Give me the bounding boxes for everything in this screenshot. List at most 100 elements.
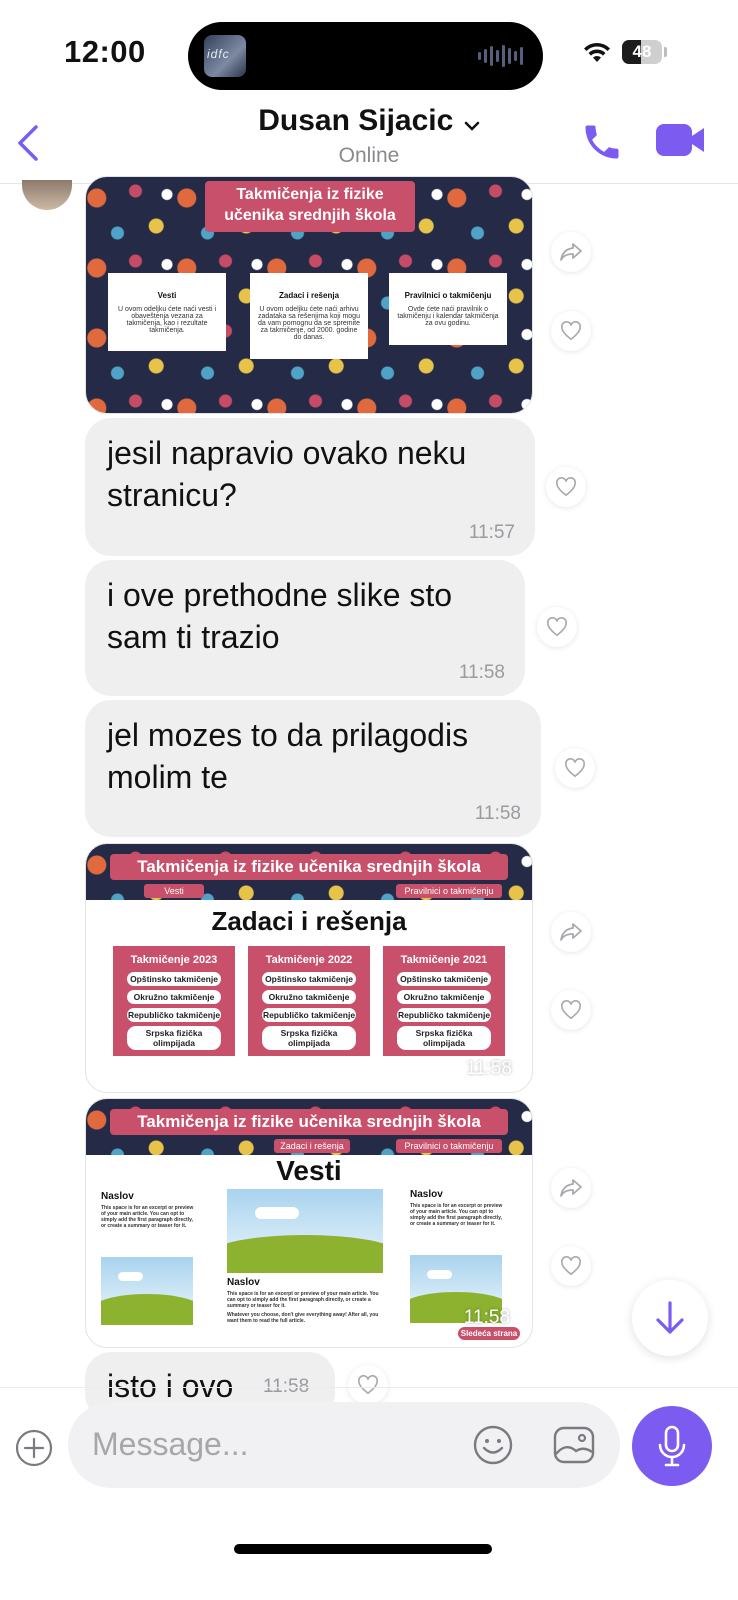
message-bubble[interactable]: i ove prethodne slike sto sam ti trazio … bbox=[85, 560, 525, 696]
battery-icon: 48 bbox=[622, 40, 662, 64]
column-item: Srpska fizička olimpijada bbox=[127, 1026, 221, 1050]
image-message[interactable]: Takmičenja iz fizike učenika srednjih šk… bbox=[85, 1098, 533, 1348]
like-button[interactable] bbox=[537, 607, 577, 647]
gallery-icon[interactable] bbox=[552, 1424, 596, 1466]
message-time: 11:58 bbox=[458, 662, 505, 683]
image-card-title: Zadaci i rešenja bbox=[278, 291, 340, 300]
column-item: Okružno takmičenje bbox=[397, 990, 491, 1004]
column-item: Okružno takmičenje bbox=[262, 990, 356, 1004]
column-item: Srpska fizička olimpijada bbox=[262, 1026, 356, 1050]
share-button[interactable] bbox=[551, 1168, 591, 1208]
image-column: Takmičenje 2021 Opštinsko takmičenje Okr… bbox=[383, 946, 505, 1056]
phone-call-icon[interactable] bbox=[580, 120, 624, 164]
like-button[interactable] bbox=[551, 311, 591, 351]
message-line: i ove prethodne slike sto bbox=[107, 577, 453, 613]
message-text: i ove prethodne slike sto sam ti trazio bbox=[107, 574, 452, 658]
arrow-down-icon bbox=[656, 1301, 684, 1334]
message-time: 11:58 bbox=[465, 1058, 512, 1079]
heart-icon bbox=[547, 617, 567, 637]
chevron-down-icon[interactable] bbox=[464, 120, 480, 132]
artwork-text: idfc bbox=[207, 47, 230, 61]
like-button[interactable] bbox=[348, 1365, 388, 1405]
share-button[interactable] bbox=[551, 232, 591, 272]
image-card-title: Pravilnici o takmičenju bbox=[404, 291, 492, 300]
contact-header[interactable]: Dusan Sijacic bbox=[0, 104, 738, 138]
battery-tip bbox=[664, 47, 667, 57]
message-text: isto i ovo bbox=[107, 1368, 234, 1404]
video-call-icon[interactable] bbox=[656, 122, 706, 158]
image-nav-pill: Vesti bbox=[144, 884, 204, 898]
message-line: jel mozes to da prilagodis bbox=[107, 717, 469, 753]
article-body: This space is for an excerpt or preview … bbox=[227, 1291, 379, 1309]
column-item: Republičko takmičenje bbox=[127, 1008, 221, 1022]
scroll-to-bottom-button[interactable] bbox=[632, 1280, 708, 1356]
heart-icon bbox=[565, 758, 585, 778]
image-card-body: U ovom odeljku ćete naći arhivu zadataka… bbox=[258, 306, 360, 341]
image-message[interactable]: Takmičenja iz fizike učenika srednjih šk… bbox=[85, 176, 533, 414]
article-title: Naslov bbox=[101, 1191, 134, 1202]
voice-message-button[interactable] bbox=[632, 1406, 712, 1486]
heart-icon bbox=[561, 1000, 581, 1020]
image-card-body: Ovde ćete naći pravilnik o takmičenju i … bbox=[397, 306, 499, 327]
microphone-icon bbox=[658, 1425, 686, 1467]
message-bubble[interactable]: jesil napravio ovako neku stranicu? 11:5… bbox=[85, 418, 535, 556]
emoji-icon[interactable] bbox=[472, 1424, 514, 1466]
avatar[interactable] bbox=[22, 180, 72, 210]
message-line: stranicu? bbox=[107, 477, 237, 513]
now-playing-artwork: idfc bbox=[204, 35, 246, 77]
image-heading: Vesti bbox=[276, 1155, 342, 1186]
column-item: Republičko takmičenje bbox=[262, 1008, 356, 1022]
share-button[interactable] bbox=[551, 912, 591, 952]
message-text: jesil napravio ovako neku stranicu? bbox=[107, 432, 466, 516]
article-title: Naslov bbox=[410, 1189, 443, 1200]
message-placeholder: Message... bbox=[92, 1426, 249, 1462]
message-line: molim te bbox=[107, 759, 228, 795]
image-column: Takmičenje 2023 Opštinsko takmičenje Okr… bbox=[113, 946, 235, 1056]
contact-status: Online bbox=[338, 144, 400, 167]
article-center: Naslov This space is for an excerpt or p… bbox=[227, 1277, 387, 1324]
column-item: Republičko takmičenje bbox=[397, 1008, 491, 1022]
column-item: Srpska fizička olimpijada bbox=[397, 1026, 491, 1050]
wifi-icon bbox=[584, 42, 610, 62]
image-heading: Zadaci i rešenja bbox=[211, 906, 407, 936]
image-title-line2: učenika srednjih škola bbox=[224, 207, 396, 224]
image-card-body: U ovom odeljku ćete naći vesti i obavešt… bbox=[117, 306, 217, 334]
article-image bbox=[227, 1189, 383, 1273]
article-left: Naslov This space is for an excerpt or p… bbox=[101, 1191, 197, 1229]
heart-icon bbox=[556, 477, 576, 497]
message-time: 11:58 bbox=[463, 1307, 510, 1328]
like-button[interactable] bbox=[551, 1246, 591, 1286]
dynamic-island[interactable]: idfc bbox=[188, 22, 543, 90]
plus-icon[interactable] bbox=[14, 1428, 54, 1468]
article-image bbox=[101, 1257, 193, 1325]
column-item: Okružno takmičenje bbox=[127, 990, 221, 1004]
next-page-pill: Sledeća strana bbox=[458, 1327, 520, 1340]
image-card-title: Vesti bbox=[157, 291, 177, 300]
message-input[interactable]: Message... bbox=[68, 1402, 620, 1488]
status-time: 12:00 bbox=[64, 34, 146, 69]
battery-percent: 48 bbox=[632, 42, 652, 61]
article-body: This space is for an excerpt or preview … bbox=[101, 1205, 194, 1229]
column-title: Takmičenje 2022 bbox=[265, 954, 353, 966]
heart-icon bbox=[358, 1375, 378, 1395]
column-item: Opštinsko takmičenje bbox=[127, 972, 221, 986]
image-nav-pill: Pravilnici o takmičenju bbox=[396, 1139, 502, 1153]
image-title: Takmičenja iz fizike učenika srednjih šk… bbox=[205, 181, 415, 232]
contact-name[interactable]: Dusan Sijacic bbox=[258, 104, 453, 137]
like-button[interactable] bbox=[546, 467, 586, 507]
home-indicator bbox=[234, 1544, 492, 1554]
column-item: Opštinsko takmičenje bbox=[262, 972, 356, 986]
image-nav-pill: Zadaci i rešenja bbox=[274, 1139, 350, 1153]
image-message[interactable]: Takmičenja iz fizike učenika srednjih šk… bbox=[85, 843, 533, 1093]
audio-waveform-icon bbox=[478, 44, 523, 68]
share-icon bbox=[560, 1179, 582, 1197]
message-bubble[interactable]: jel mozes to da prilagodis molim te 11:5… bbox=[85, 700, 541, 837]
image-title-line1: Takmičenja iz fizike bbox=[236, 186, 384, 203]
like-button[interactable] bbox=[555, 748, 595, 788]
like-button[interactable] bbox=[551, 990, 591, 1030]
image-nav-pill: Pravilnici o takmičenju bbox=[396, 884, 502, 898]
image-banner-title: Takmičenja iz fizike učenika srednjih šk… bbox=[110, 1109, 508, 1135]
image-column: Takmičenje 2022 Opštinsko takmičenje Okr… bbox=[248, 946, 370, 1056]
article-right: Naslov This space is for an excerpt or p… bbox=[410, 1189, 506, 1227]
article-body: This space is for an excerpt or preview … bbox=[410, 1203, 503, 1227]
